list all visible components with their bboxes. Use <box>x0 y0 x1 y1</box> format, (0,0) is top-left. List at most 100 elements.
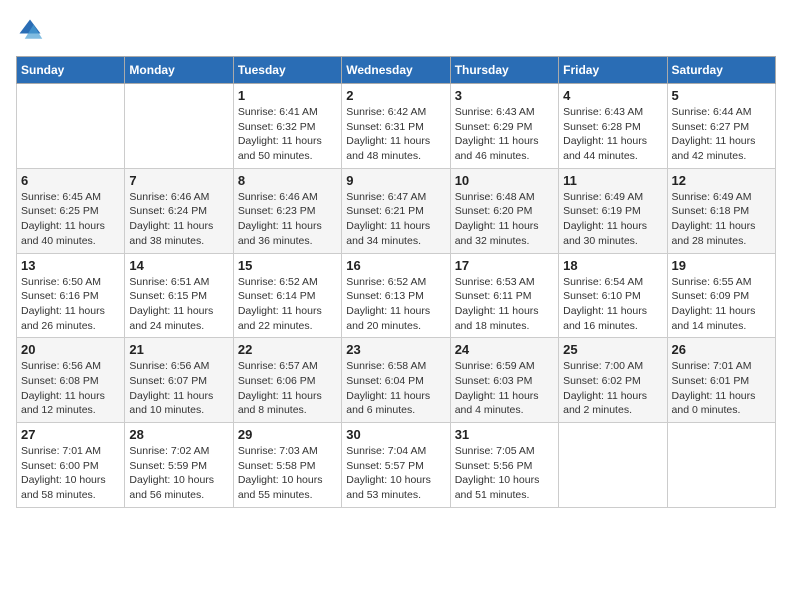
calendar-cell: 21Sunrise: 6:56 AM Sunset: 6:07 PM Dayli… <box>125 338 233 423</box>
calendar-cell: 8 Sunrise: 6:46 AM Sunset: 6:23 PM Daylig… <box>233 168 341 253</box>
day-number: 19 <box>672 258 771 273</box>
day-number: 8 <box>238 173 337 188</box>
day-number: 3 <box>455 88 554 103</box>
calendar-cell: 15 Sunrise: 6:52 AM Sunset: 6:14 PM Dayli… <box>233 253 341 338</box>
cell-details: Sunrise: 7:01 AM Sunset: 6:00 PM Dayligh… <box>21 444 120 503</box>
header-tuesday: Tuesday <box>233 57 341 84</box>
calendar-week-4: 20 Sunrise: 6:56 AM Sunset: 6:08 PM Dayli… <box>17 338 776 423</box>
header-saturday: Saturday <box>667 57 775 84</box>
day-number: 6 <box>21 173 120 188</box>
cell-details: Sunrise: 6:44 AM Sunset: 6:27 PM Dayligh… <box>672 105 771 164</box>
logo <box>16 16 48 44</box>
calendar-cell: 26 Sunrise: 7:01 AM Sunset: 6:01 PM Dayli… <box>667 338 775 423</box>
cell-details: Sunrise: 6:45 AM Sunset: 6:25 PM Dayligh… <box>21 190 120 249</box>
cell-details: Sunrise: 6:51 AM Sunset: 6:15 PM Dayligh… <box>129 275 228 334</box>
calendar-cell: 29Sunrise: 7:03 AM Sunset: 5:58 PM Dayli… <box>233 423 341 508</box>
cell-details: Sunrise: 6:58 AM Sunset: 6:04 PM Dayligh… <box>346 359 445 418</box>
calendar-cell: 23 Sunrise: 6:58 AM Sunset: 6:04 PM Dayli… <box>342 338 450 423</box>
day-number: 9 <box>346 173 445 188</box>
day-number: 13 <box>21 258 120 273</box>
calendar-cell: 2 Sunrise: 6:42 AM Sunset: 6:31 PM Daylig… <box>342 84 450 169</box>
day-number: 30 <box>346 427 445 442</box>
calendar-cell: 24 Sunrise: 6:59 AM Sunset: 6:03 PM Dayli… <box>450 338 558 423</box>
cell-details: Sunrise: 6:55 AM Sunset: 6:09 PM Dayligh… <box>672 275 771 334</box>
cell-details: Sunrise: 6:49 AM Sunset: 6:18 PM Dayligh… <box>672 190 771 249</box>
calendar-week-5: 27 Sunrise: 7:01 AM Sunset: 6:00 PM Dayli… <box>17 423 776 508</box>
calendar-cell: 16 Sunrise: 6:52 AM Sunset: 6:13 PM Dayli… <box>342 253 450 338</box>
header-wednesday: Wednesday <box>342 57 450 84</box>
day-number: 23 <box>346 342 445 357</box>
calendar-cell <box>17 84 125 169</box>
day-number: 17 <box>455 258 554 273</box>
calendar-cell: 30 Sunrise: 7:04 AM Sunset: 5:57 PM Dayli… <box>342 423 450 508</box>
cell-details: Sunrise: 7:01 AM Sunset: 6:01 PM Dayligh… <box>672 359 771 418</box>
calendar-week-2: 6 Sunrise: 6:45 AM Sunset: 6:25 PM Daylig… <box>17 168 776 253</box>
calendar-cell: 4Sunrise: 6:43 AM Sunset: 6:28 PM Daylig… <box>559 84 667 169</box>
cell-details: Sunrise: 6:52 AM Sunset: 6:13 PM Dayligh… <box>346 275 445 334</box>
cell-details: Sunrise: 6:57 AM Sunset: 6:06 PM Dayligh… <box>238 359 337 418</box>
calendar-cell: 1 Sunrise: 6:41 AM Sunset: 6:32 PM Daylig… <box>233 84 341 169</box>
calendar-cell: 6 Sunrise: 6:45 AM Sunset: 6:25 PM Daylig… <box>17 168 125 253</box>
day-number: 24 <box>455 342 554 357</box>
calendar-cell: 10Sunrise: 6:48 AM Sunset: 6:20 PM Dayli… <box>450 168 558 253</box>
cell-details: Sunrise: 6:48 AM Sunset: 6:20 PM Dayligh… <box>455 190 554 249</box>
day-number: 25 <box>563 342 662 357</box>
cell-details: Sunrise: 6:47 AM Sunset: 6:21 PM Dayligh… <box>346 190 445 249</box>
day-number: 22 <box>238 342 337 357</box>
calendar-cell: 22 Sunrise: 6:57 AM Sunset: 6:06 PM Dayli… <box>233 338 341 423</box>
day-number: 2 <box>346 88 445 103</box>
calendar-header-row: SundayMondayTuesdayWednesdayThursdayFrid… <box>17 57 776 84</box>
cell-details: Sunrise: 6:46 AM Sunset: 6:24 PM Dayligh… <box>129 190 228 249</box>
calendar-cell: 3 Sunrise: 6:43 AM Sunset: 6:29 PM Daylig… <box>450 84 558 169</box>
day-number: 1 <box>238 88 337 103</box>
calendar-cell: 5 Sunrise: 6:44 AM Sunset: 6:27 PM Daylig… <box>667 84 775 169</box>
day-number: 18 <box>563 258 662 273</box>
day-number: 21 <box>129 342 228 357</box>
cell-details: Sunrise: 6:52 AM Sunset: 6:14 PM Dayligh… <box>238 275 337 334</box>
cell-details: Sunrise: 6:53 AM Sunset: 6:11 PM Dayligh… <box>455 275 554 334</box>
cell-details: Sunrise: 6:46 AM Sunset: 6:23 PM Dayligh… <box>238 190 337 249</box>
day-number: 4 <box>563 88 662 103</box>
cell-details: Sunrise: 6:41 AM Sunset: 6:32 PM Dayligh… <box>238 105 337 164</box>
calendar-cell: 12Sunrise: 6:49 AM Sunset: 6:18 PM Dayli… <box>667 168 775 253</box>
cell-details: Sunrise: 6:42 AM Sunset: 6:31 PM Dayligh… <box>346 105 445 164</box>
calendar-cell: 27 Sunrise: 7:01 AM Sunset: 6:00 PM Dayli… <box>17 423 125 508</box>
calendar-cell: 20 Sunrise: 6:56 AM Sunset: 6:08 PM Dayli… <box>17 338 125 423</box>
day-number: 26 <box>672 342 771 357</box>
calendar-cell <box>125 84 233 169</box>
calendar-cell <box>667 423 775 508</box>
calendar-table: SundayMondayTuesdayWednesdayThursdayFrid… <box>16 56 776 508</box>
cell-details: Sunrise: 6:54 AM Sunset: 6:10 PM Dayligh… <box>563 275 662 334</box>
calendar-cell <box>559 423 667 508</box>
calendar-cell: 19 Sunrise: 6:55 AM Sunset: 6:09 PM Dayli… <box>667 253 775 338</box>
header-monday: Monday <box>125 57 233 84</box>
cell-details: Sunrise: 6:56 AM Sunset: 6:08 PM Dayligh… <box>21 359 120 418</box>
cell-details: Sunrise: 6:59 AM Sunset: 6:03 PM Dayligh… <box>455 359 554 418</box>
calendar-cell: 31 Sunrise: 7:05 AM Sunset: 5:56 PM Dayli… <box>450 423 558 508</box>
cell-details: Sunrise: 6:43 AM Sunset: 6:29 PM Dayligh… <box>455 105 554 164</box>
cell-details: Sunrise: 7:04 AM Sunset: 5:57 PM Dayligh… <box>346 444 445 503</box>
cell-details: Sunrise: 7:05 AM Sunset: 5:56 PM Dayligh… <box>455 444 554 503</box>
day-number: 27 <box>21 427 120 442</box>
header-sunday: Sunday <box>17 57 125 84</box>
day-number: 14 <box>129 258 228 273</box>
calendar-week-3: 13 Sunrise: 6:50 AM Sunset: 6:16 PM Dayli… <box>17 253 776 338</box>
day-number: 15 <box>238 258 337 273</box>
calendar-cell: 14 Sunrise: 6:51 AM Sunset: 6:15 PM Dayli… <box>125 253 233 338</box>
page-header <box>16 16 776 44</box>
calendar-cell: 9 Sunrise: 6:47 AM Sunset: 6:21 PM Daylig… <box>342 168 450 253</box>
day-number: 28 <box>129 427 228 442</box>
day-number: 5 <box>672 88 771 103</box>
calendar-cell: 28Sunrise: 7:02 AM Sunset: 5:59 PM Dayli… <box>125 423 233 508</box>
day-number: 20 <box>21 342 120 357</box>
day-number: 31 <box>455 427 554 442</box>
calendar-cell: 7Sunrise: 6:46 AM Sunset: 6:24 PM Daylig… <box>125 168 233 253</box>
calendar-cell: 25Sunrise: 7:00 AM Sunset: 6:02 PM Dayli… <box>559 338 667 423</box>
cell-details: Sunrise: 6:49 AM Sunset: 6:19 PM Dayligh… <box>563 190 662 249</box>
header-thursday: Thursday <box>450 57 558 84</box>
day-number: 16 <box>346 258 445 273</box>
calendar-cell: 13 Sunrise: 6:50 AM Sunset: 6:16 PM Dayli… <box>17 253 125 338</box>
cell-details: Sunrise: 6:50 AM Sunset: 6:16 PM Dayligh… <box>21 275 120 334</box>
calendar-week-1: 1 Sunrise: 6:41 AM Sunset: 6:32 PM Daylig… <box>17 84 776 169</box>
cell-details: Sunrise: 7:03 AM Sunset: 5:58 PM Dayligh… <box>238 444 337 503</box>
